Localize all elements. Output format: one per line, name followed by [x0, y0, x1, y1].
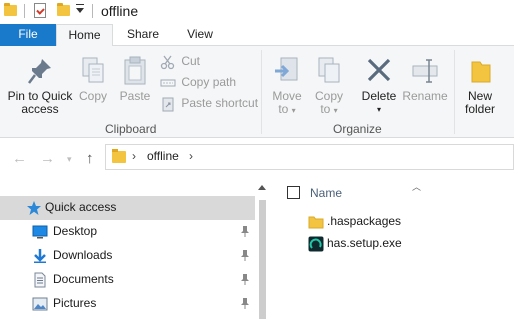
delete-x-icon	[367, 58, 391, 82]
tab-file[interactable]: File	[0, 24, 56, 46]
tab-share[interactable]: Share	[113, 24, 173, 46]
rename-button[interactable]: Rename	[402, 56, 448, 103]
copy-button[interactable]: Copy	[76, 56, 110, 103]
ribbon: Pin to Quick access Copy Paste Cut Copy …	[0, 46, 514, 138]
properties-icon[interactable]	[34, 3, 46, 18]
column-header-name[interactable]: Name	[310, 186, 342, 200]
file-row[interactable]: has.setup.exe	[270, 232, 514, 254]
rename-icon	[412, 59, 438, 83]
copy-to-label-line2: to	[320, 102, 331, 116]
up-arrow-icon[interactable]: ↑	[86, 150, 94, 167]
folder-icon	[308, 216, 324, 229]
cut-button[interactable]: Cut	[160, 54, 200, 70]
group-separator	[261, 50, 262, 134]
sidebar-item-documents[interactable]: Documents	[0, 268, 255, 292]
delete-label: Delete	[361, 89, 397, 103]
address-area: ← → ▾ ↑ › offline ›	[0, 138, 514, 180]
new-folder-label-line2: folder	[464, 102, 496, 116]
scissors-icon	[160, 55, 175, 70]
navigation-scrollbar[interactable]	[255, 180, 270, 319]
sidebar-item-label: Quick access	[45, 200, 117, 214]
sidebar-item-label: Documents	[53, 272, 114, 286]
delete-dropdown-icon: ▾	[376, 105, 381, 114]
download-icon	[34, 249, 46, 263]
move-to-dropdown-icon: ▾	[291, 106, 296, 115]
new-folder-icon	[471, 61, 491, 83]
tab-view[interactable]: View	[173, 24, 227, 46]
new-folder-button[interactable]: New folder	[460, 56, 500, 116]
scroll-up-arrow-icon[interactable]	[258, 185, 266, 190]
sidebar-item-quick-access[interactable]: Quick access	[0, 196, 255, 220]
copy-path-label: Copy path	[181, 75, 237, 90]
customize-quick-access-icon[interactable]	[76, 4, 84, 13]
clipboard-group-label: Clipboard	[105, 122, 157, 136]
file-list: Name ︿ .haspackages has.setup.exe	[270, 180, 514, 319]
file-row[interactable]: .haspackages	[270, 210, 514, 232]
copy-to-button[interactable]: Copy to ▾	[310, 56, 348, 117]
delete-button[interactable]: Delete ▾	[358, 56, 400, 116]
paste-button[interactable]: Paste	[116, 56, 154, 103]
copy-icon	[82, 57, 104, 83]
sidebar-item-label: Pictures	[53, 296, 97, 310]
copy-to-dropdown-icon: ▾	[333, 106, 338, 115]
star-icon	[27, 201, 41, 215]
sidebar-item-downloads[interactable]: Downloads	[0, 244, 255, 268]
paste-shortcut-icon	[162, 97, 174, 112]
desktop-icon	[32, 225, 48, 239]
copy-path-button[interactable]: Copy path	[160, 75, 236, 91]
breadcrumb-offline[interactable]: offline	[147, 149, 179, 163]
paste-shortcut-button[interactable]: Paste shortcut	[160, 96, 258, 112]
address-bar[interactable]: › offline ›	[105, 144, 514, 170]
sort-ascending-icon: ︿	[412, 182, 422, 192]
folder-icon[interactable]	[4, 3, 17, 16]
sidebar-item-pictures[interactable]: Pictures	[0, 292, 255, 316]
cut-label: Cut	[181, 54, 201, 69]
pin-icon[interactable]	[240, 225, 250, 237]
quick-access-separator	[24, 4, 25, 18]
scrollbar-thumb[interactable]	[259, 200, 266, 319]
documents-icon	[34, 272, 46, 288]
ribbon-tabs: File Home Share View	[0, 24, 514, 47]
group-separator-2	[454, 50, 455, 134]
file-name: .haspackages	[327, 214, 402, 228]
pictures-icon	[32, 297, 48, 311]
pin-to-quick-access-button[interactable]: Pin to Quick access	[4, 56, 76, 116]
tab-home[interactable]: Home	[56, 24, 113, 47]
navigation-pane: Quick access Desktop Downloads Documents	[0, 180, 270, 319]
folder-icon	[112, 149, 126, 163]
pin-icon	[28, 59, 51, 84]
title-bar: offline	[0, 0, 514, 24]
copy-to-icon	[318, 57, 340, 83]
sidebar-item-label: Downloads	[53, 248, 113, 262]
select-all-checkbox[interactable]	[287, 186, 300, 199]
move-to-label-line2: to	[278, 102, 289, 116]
rename-label: Rename	[402, 89, 448, 103]
paste-shortcut-label: Paste shortcut	[181, 96, 259, 111]
move-to-button[interactable]: Move to ▾	[268, 56, 306, 117]
app-icon	[308, 236, 324, 252]
file-name: has.setup.exe	[327, 236, 402, 250]
window-title: offline	[101, 3, 139, 19]
paste-icon	[124, 56, 146, 85]
breadcrumb-chevron-icon[interactable]: ›	[189, 149, 193, 163]
pin-icon[interactable]	[240, 249, 250, 261]
copy-label: Copy	[78, 89, 107, 103]
new-folder-icon[interactable]	[57, 3, 70, 16]
forward-arrow-icon[interactable]: →	[40, 150, 55, 167]
pin-icon[interactable]	[240, 297, 250, 309]
organize-group-label: Organize	[333, 122, 382, 136]
back-arrow-icon[interactable]: ←	[12, 150, 27, 167]
paste-label: Paste	[119, 89, 151, 103]
pin-label-line2: access	[21, 102, 59, 116]
recent-locations-chevron-icon[interactable]: ▾	[67, 154, 72, 165]
move-to-icon	[275, 57, 298, 81]
pin-icon[interactable]	[240, 273, 250, 285]
breadcrumb-chevron-icon[interactable]: ›	[132, 149, 136, 163]
copy-path-icon	[160, 79, 176, 87]
sidebar-item-desktop[interactable]: Desktop	[0, 220, 255, 244]
sidebar-item-label: Desktop	[53, 224, 98, 238]
title-separator	[92, 4, 93, 18]
